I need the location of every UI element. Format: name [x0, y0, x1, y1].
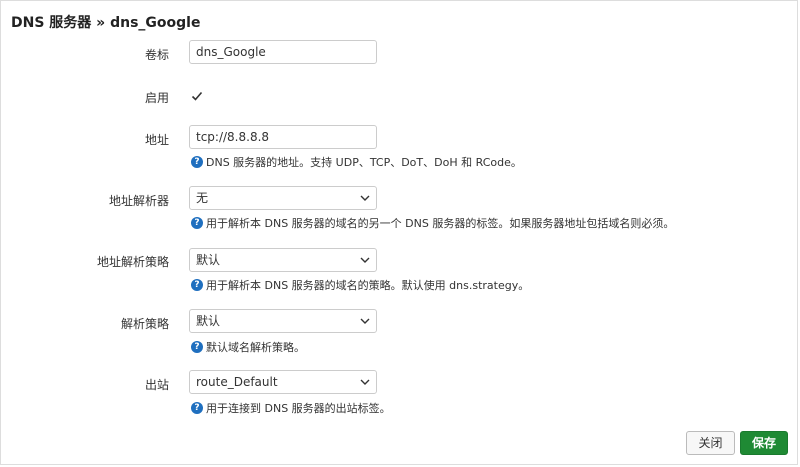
address-resolver-select[interactable]: 无 — [189, 186, 377, 210]
help-circle-icon: ? — [191, 402, 203, 414]
resolve-strategy-help-text: 默认域名解析策略。 — [206, 341, 305, 354]
enabled-field-label: 启用 — [144, 91, 169, 105]
address-resolver-help: ? 用于解析本 DNS 服务器的域名的另一个 DNS 服务器的标签。如果服务器地… — [191, 215, 674, 231]
chevron-down-icon — [360, 257, 370, 263]
address-resolver-value: 无 — [196, 191, 209, 205]
resolve-strategy-help: ? 默认域名解析策略。 — [191, 339, 305, 355]
address-strategy-help: ? 用于解析本 DNS 服务器的域名的策略。默认使用 dns.strategy。 — [191, 277, 529, 293]
resolve-strategy-field-label: 解析策略 — [120, 317, 169, 331]
chevron-down-icon — [360, 195, 370, 201]
dns-server-dialog: DNS 服务器 » dns_Google 卷标 启用 地址 ? DNS 服务器的… — [0, 0, 798, 465]
close-button[interactable]: 关闭 — [686, 431, 735, 455]
address-strategy-select[interactable]: 默认 — [189, 248, 377, 272]
help-circle-icon: ? — [191, 279, 203, 291]
address-strategy-help-text: 用于解析本 DNS 服务器的域名的策略。默认使用 dns.strategy。 — [206, 279, 530, 292]
label-input[interactable] — [189, 40, 377, 64]
address-resolver-field-label: 地址解析器 — [108, 194, 169, 208]
save-button[interactable]: 保存 — [740, 431, 788, 455]
address-resolver-help-text: 用于解析本 DNS 服务器的域名的另一个 DNS 服务器的标签。如果服务器地址包… — [206, 217, 675, 230]
help-circle-icon: ? — [191, 217, 203, 229]
chevron-down-icon — [360, 318, 370, 324]
outbound-value: route_Default — [196, 375, 278, 389]
address-strategy-value: 默认 — [196, 253, 221, 267]
address-input[interactable] — [189, 125, 377, 149]
outbound-help: ? 用于连接到 DNS 服务器的出站标签。 — [191, 400, 391, 416]
resolve-strategy-value: 默认 — [196, 314, 221, 328]
label-field-label: 卷标 — [144, 48, 169, 62]
help-circle-icon: ? — [191, 156, 203, 168]
check-icon — [191, 91, 203, 101]
outbound-help-text: 用于连接到 DNS 服务器的出站标签。 — [206, 402, 391, 415]
resolve-strategy-select[interactable]: 默认 — [189, 309, 377, 333]
address-help: ? DNS 服务器的地址。支持 UDP、TCP、DoT、DoH 和 RCode。 — [191, 154, 522, 170]
outbound-select[interactable]: route_Default — [189, 370, 377, 394]
chevron-down-icon — [360, 379, 370, 385]
address-help-text: DNS 服务器的地址。支持 UDP、TCP、DoT、DoH 和 RCode。 — [206, 156, 522, 169]
help-circle-icon: ? — [191, 341, 203, 353]
dialog-title: DNS 服务器 » dns_Google — [11, 15, 201, 31]
enabled-checkbox[interactable] — [191, 90, 203, 102]
address-strategy-field-label: 地址解析策略 — [96, 255, 169, 269]
outbound-field-label: 出站 — [144, 378, 169, 392]
address-field-label: 地址 — [144, 133, 169, 147]
